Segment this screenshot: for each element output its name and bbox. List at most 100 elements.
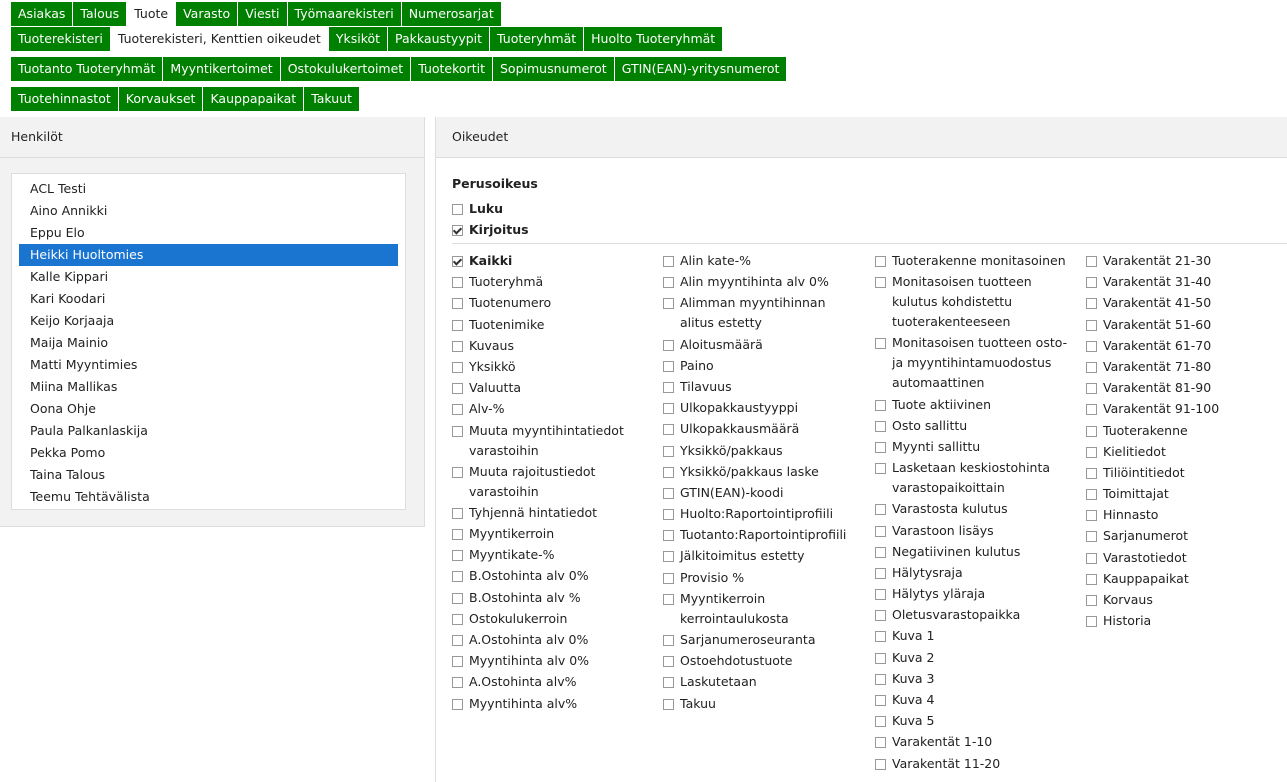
right-checkbox[interactable] — [1086, 277, 1097, 289]
right-checkbox[interactable] — [875, 716, 886, 728]
right-checkbox[interactable] — [452, 298, 463, 310]
right-item[interactable]: Yksikkö/pakkaus laske — [663, 462, 863, 482]
right-checkbox[interactable] — [452, 404, 463, 416]
right-checkbox[interactable] — [663, 466, 674, 478]
right-item[interactable]: Myynti sallittu — [875, 437, 1075, 457]
right-checkbox[interactable] — [875, 610, 886, 622]
right-item[interactable]: Alin kate-% — [663, 251, 863, 271]
person-item[interactable]: Kalle Kippari — [19, 266, 398, 288]
right-item[interactable]: Tuoterakenne — [1086, 421, 1276, 441]
right-checkbox[interactable] — [452, 656, 463, 668]
right-item[interactable]: Kauppapaikat — [1086, 569, 1276, 589]
right-item[interactable]: Varakentät 51-60 — [1086, 315, 1276, 335]
right-checkbox[interactable] — [1086, 552, 1097, 564]
person-item[interactable]: Eppu Elo — [19, 222, 398, 244]
right-item[interactable]: Varakentät 61-70 — [1086, 336, 1276, 356]
tab-takuut[interactable]: Takuut — [304, 87, 360, 111]
right-item[interactable]: Ulkopakkausmäärä — [663, 419, 863, 439]
right-checkbox[interactable] — [452, 635, 463, 646]
person-item[interactable]: Keijo Korjaaja — [19, 310, 398, 332]
right-item[interactable]: Historia — [1086, 611, 1276, 631]
tab-tuoterekisteri-kenttien-oikeudet[interactable]: Tuoterekisteri, Kenttien oikeudet — [110, 27, 328, 51]
right-item[interactable]: Kuva 2 — [875, 648, 1075, 668]
person-item[interactable]: Taina Talous — [19, 464, 398, 486]
right-checkbox[interactable] — [663, 381, 674, 393]
right-checkbox[interactable] — [875, 737, 886, 749]
right-checkbox[interactable] — [875, 673, 886, 685]
right-item[interactable]: Negatiivinen kulutus — [875, 542, 1075, 562]
right-item[interactable]: GTIN(EAN)-koodi — [663, 483, 863, 503]
right-checkbox[interactable] — [452, 698, 463, 710]
right-item[interactable]: Monitasoisen tuotteen osto- ja myyntihin… — [875, 333, 1075, 393]
right-item[interactable]: Varastosta kulutus — [875, 499, 1075, 519]
right-item[interactable]: Valuutta — [452, 378, 652, 398]
tab-kauppapaikat[interactable]: Kauppapaikat — [203, 87, 304, 111]
right-checkbox[interactable] — [875, 277, 886, 289]
right-checkbox[interactable] — [875, 589, 886, 601]
right-item[interactable]: Paino — [663, 356, 863, 376]
right-item[interactable]: Ostoehdotustuote — [663, 651, 863, 671]
right-item[interactable]: Muuta myyntihintatiedot varastoihin — [452, 421, 652, 461]
right-checkbox[interactable] — [663, 277, 674, 289]
write-checkbox[interactable] — [452, 225, 463, 236]
tab-viesti[interactable]: Viesti — [238, 2, 287, 26]
right-item[interactable]: Varastotiedot — [1086, 548, 1276, 568]
right-item[interactable]: Tuotenumero — [452, 293, 652, 313]
tab-tuote[interactable]: Tuote — [127, 2, 176, 26]
right-item[interactable]: Varakentät 31-40 — [1086, 272, 1276, 292]
right-checkbox[interactable] — [1086, 383, 1097, 395]
right-item[interactable]: Alin myyntihinta alv 0% — [663, 272, 863, 292]
right-item[interactable]: Laskutetaan — [663, 672, 863, 692]
tab-numerosarjat[interactable]: Numerosarjat — [401, 2, 501, 26]
tab-ostokulukertoimet[interactable]: Ostokulukertoimet — [280, 57, 411, 81]
right-item[interactable]: Varakentät 11-20 — [875, 754, 1075, 774]
persons-list[interactable]: ACL Testi Aino Annikki Eppu Elo Heikki Huol… — [11, 173, 406, 510]
tab-sopimusnumerot[interactable]: Sopimusnumerot — [492, 57, 614, 81]
right-item[interactable]: Myyntikate-% — [452, 545, 652, 565]
right-checkbox[interactable] — [663, 551, 674, 563]
right-checkbox[interactable] — [875, 567, 886, 579]
right-item[interactable]: Kuva 5 — [875, 711, 1075, 731]
person-item[interactable]: Matti Myyntimies — [19, 354, 398, 376]
right-checkbox[interactable] — [875, 695, 886, 706]
right-checkbox[interactable] — [1086, 425, 1097, 437]
right-item[interactable]: Ulkopakkaustyyppi — [663, 398, 863, 418]
right-item[interactable]: Osto sallittu — [875, 416, 1075, 436]
person-item[interactable]: Pekka Pomo — [19, 442, 398, 464]
right-item[interactable]: Provisio % — [663, 568, 863, 588]
right-checkbox[interactable] — [452, 677, 463, 689]
right-checkbox[interactable] — [452, 383, 463, 395]
right-item[interactable]: Tuotanto:Raportointiprofiili — [663, 525, 863, 545]
right-item[interactable]: Kuvaus — [452, 336, 652, 356]
tab-yksiköt[interactable]: Yksiköt — [328, 27, 388, 51]
right-checkbox[interactable] — [452, 529, 463, 541]
right-item[interactable]: A.Ostohinta alv% — [452, 672, 652, 692]
right-checkbox[interactable] — [875, 399, 886, 411]
right-checkbox[interactable] — [663, 593, 674, 605]
tab-myyntikertoimet[interactable]: Myyntikertoimet — [163, 57, 280, 81]
right-item[interactable]: Tuoteryhmä — [452, 272, 652, 292]
right-item[interactable]: Kuva 3 — [875, 669, 1075, 689]
right-checkbox[interactable] — [1086, 256, 1097, 267]
right-checkbox[interactable] — [452, 340, 463, 352]
right-item[interactable]: Varakentät 1-10 — [875, 732, 1075, 752]
tab-talous[interactable]: Talous — [73, 2, 127, 26]
person-item[interactable]: ACL Testi — [19, 178, 398, 200]
right-checkbox[interactable] — [875, 546, 886, 558]
tab-tuoterekisteri[interactable]: Tuoterekisteri — [11, 27, 110, 51]
right-item[interactable]: Varakentät 21-30 — [1086, 251, 1276, 271]
right-checkbox[interactable] — [1086, 573, 1097, 585]
right-item[interactable]: Tiliöintitiedot — [1086, 463, 1276, 483]
right-checkbox[interactable] — [663, 635, 674, 646]
right-item[interactable]: A.Ostohinta alv 0% — [452, 630, 652, 650]
right-item[interactable]: Tyhjennä hintatiedot — [452, 503, 652, 523]
right-item[interactable]: Varakentät 81-90 — [1086, 378, 1276, 398]
person-item[interactable]: Miina Mallikas — [19, 376, 398, 398]
right-item[interactable]: Alv-% — [452, 399, 652, 419]
right-item[interactable]: Myyntihinta alv% — [452, 694, 652, 714]
right-checkbox[interactable] — [1086, 595, 1097, 606]
tab-työmaarekisteri[interactable]: Työmaarekisteri — [287, 2, 401, 26]
right-item[interactable]: Hinnasto — [1086, 505, 1276, 525]
right-checkbox[interactable] — [875, 420, 886, 432]
right-checkbox[interactable] — [1086, 489, 1097, 501]
